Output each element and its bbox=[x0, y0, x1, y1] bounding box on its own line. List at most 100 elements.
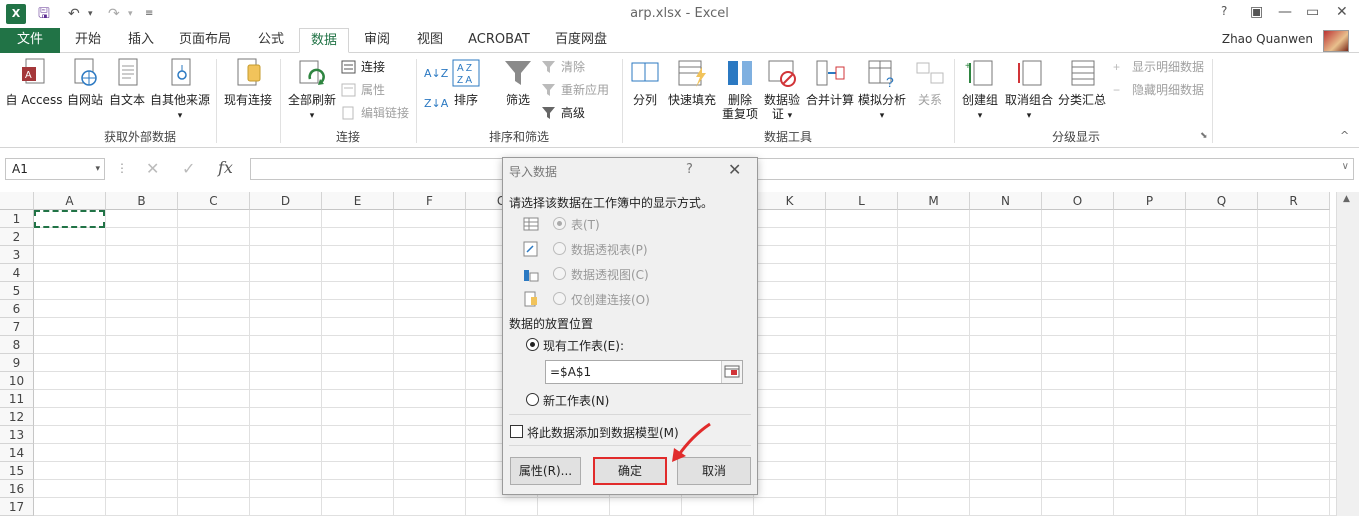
column-header[interactable]: B bbox=[106, 192, 178, 210]
collapse-dialog-button[interactable] bbox=[721, 361, 742, 383]
outline-launcher-icon[interactable]: ⬊ bbox=[1200, 131, 1208, 141]
formula-input[interactable]: ∨ bbox=[250, 158, 1354, 180]
help-button[interactable]: ? bbox=[1221, 4, 1227, 18]
tab-insert[interactable]: 插入 bbox=[116, 28, 166, 53]
from-text-button[interactable]: 自文本 bbox=[106, 57, 148, 107]
collapse-ribbon-icon[interactable]: ^ bbox=[1340, 129, 1349, 142]
show-detail-button[interactable]: + 显示明细数据 bbox=[1112, 58, 1204, 76]
column-header[interactable]: L bbox=[826, 192, 898, 210]
new-sheet-radio[interactable] bbox=[526, 393, 539, 406]
row-header[interactable]: 7 bbox=[0, 318, 34, 336]
text-to-columns-button[interactable]: 分列 bbox=[628, 57, 662, 107]
tab-review[interactable]: 审阅 bbox=[352, 28, 402, 53]
advanced-filter-button[interactable]: 高级 bbox=[541, 104, 585, 122]
properties-button[interactable]: 属性(R)... bbox=[510, 457, 581, 485]
edit-links-button[interactable]: 编辑链接 bbox=[341, 104, 409, 122]
active-cell-a1[interactable] bbox=[34, 210, 105, 228]
sort-button[interactable]: A ZZ A 排序 bbox=[448, 57, 484, 107]
sort-asc-icon[interactable]: A↓Z bbox=[424, 65, 448, 83]
existing-connections-button[interactable]: 现有连接 bbox=[220, 57, 276, 107]
column-header[interactable]: N bbox=[970, 192, 1042, 210]
group-button[interactable]: + 创建组 ▾ bbox=[958, 57, 1002, 123]
expand-formula-icon[interactable]: ∨ bbox=[1342, 161, 1349, 172]
row-header[interactable]: 14 bbox=[0, 444, 34, 462]
clear-filter-button[interactable]: 清除 bbox=[541, 58, 585, 76]
row-header[interactable]: 15 bbox=[0, 462, 34, 480]
tab-home[interactable]: 开始 bbox=[62, 28, 114, 53]
row-header[interactable]: 3 bbox=[0, 246, 34, 264]
enter-formula-icon[interactable]: ✓ bbox=[182, 159, 195, 178]
properties-button[interactable]: 属性 bbox=[341, 81, 385, 99]
tab-view[interactable]: 视图 bbox=[405, 28, 455, 53]
ribbon-display-icon[interactable]: ▣ bbox=[1250, 4, 1263, 20]
scroll-up-icon[interactable]: ▲ bbox=[1343, 194, 1350, 204]
row-header[interactable]: 6 bbox=[0, 300, 34, 318]
row-header[interactable]: 1 bbox=[0, 210, 34, 228]
name-box-dropdown-icon[interactable]: ▾ bbox=[95, 159, 100, 179]
tab-data[interactable]: 数据 bbox=[299, 28, 349, 53]
row-header[interactable]: 13 bbox=[0, 426, 34, 444]
restore-button[interactable]: ▭ bbox=[1306, 4, 1319, 20]
tab-page-layout[interactable]: 页面布局 bbox=[170, 28, 240, 53]
column-header[interactable]: E bbox=[322, 192, 394, 210]
column-header[interactable]: A bbox=[34, 192, 106, 210]
column-header[interactable]: M bbox=[898, 192, 970, 210]
row-header[interactable]: 2 bbox=[0, 228, 34, 246]
option-pivot-table-radio[interactable] bbox=[553, 242, 566, 255]
option-pivot-chart-radio[interactable] bbox=[553, 267, 566, 280]
subtotal-button[interactable]: 分类汇总 bbox=[1056, 57, 1108, 107]
column-header[interactable]: K bbox=[754, 192, 826, 210]
tab-acrobat[interactable]: ACROBAT bbox=[460, 28, 538, 53]
column-header[interactable]: F bbox=[394, 192, 466, 210]
option-connection-only-radio[interactable] bbox=[553, 292, 566, 305]
relationships-button[interactable]: 关系 bbox=[912, 57, 948, 107]
cancel-formula-icon[interactable]: ✕ bbox=[146, 159, 159, 178]
user-name[interactable]: Zhao Quanwen bbox=[1222, 32, 1313, 46]
select-all-corner[interactable] bbox=[0, 192, 34, 210]
tab-formulas[interactable]: 公式 bbox=[246, 28, 296, 53]
name-box[interactable]: A1 ▾ bbox=[5, 158, 105, 180]
refresh-all-button[interactable]: 全部刷新 ▾ bbox=[284, 57, 340, 123]
from-access-button[interactable]: A 自 Access bbox=[4, 57, 64, 107]
row-header[interactable]: 12 bbox=[0, 408, 34, 426]
filter-button[interactable]: 筛选 bbox=[498, 57, 538, 107]
flash-fill-button[interactable]: 快速填充 bbox=[666, 57, 718, 107]
avatar[interactable] bbox=[1323, 30, 1349, 52]
sort-desc-icon[interactable]: Z↓A bbox=[424, 95, 448, 113]
add-to-data-model-checkbox[interactable] bbox=[510, 425, 523, 438]
close-button[interactable]: ✕ bbox=[1336, 4, 1348, 20]
connections-button[interactable]: 连接 bbox=[341, 58, 385, 76]
row-header[interactable]: 11 bbox=[0, 390, 34, 408]
row-header[interactable]: 17 bbox=[0, 498, 34, 516]
what-if-analysis-button[interactable]: ? 模拟分析 ▾ bbox=[856, 57, 908, 123]
cell-reference-input[interactable]: =$A$1 bbox=[545, 360, 743, 384]
add-to-data-model-label[interactable]: 将此数据添加到数据模型(M) bbox=[527, 424, 679, 441]
from-other-sources-button[interactable]: 自其他来源 ▾ bbox=[148, 57, 212, 123]
data-validation-button[interactable]: 数据验证 ▾ bbox=[762, 57, 802, 123]
minimize-button[interactable]: — bbox=[1278, 4, 1292, 20]
ok-button[interactable]: 确定 bbox=[593, 457, 667, 485]
column-header[interactable]: D bbox=[250, 192, 322, 210]
row-header[interactable]: 10 bbox=[0, 372, 34, 390]
option-table-radio[interactable] bbox=[553, 217, 566, 230]
row-header[interactable]: 9 bbox=[0, 354, 34, 372]
hide-detail-button[interactable]: − 隐藏明细数据 bbox=[1112, 81, 1204, 99]
tab-baidu-netdisk[interactable]: 百度网盘 bbox=[545, 28, 617, 53]
consolidate-button[interactable]: 合并计算 bbox=[804, 57, 856, 107]
column-header[interactable]: O bbox=[1042, 192, 1114, 210]
row-header[interactable]: 8 bbox=[0, 336, 34, 354]
column-header[interactable]: R bbox=[1258, 192, 1330, 210]
dialog-help-button[interactable]: ? bbox=[686, 162, 693, 177]
row-header[interactable]: 16 bbox=[0, 480, 34, 498]
existing-sheet-radio[interactable] bbox=[526, 338, 539, 351]
column-header[interactable]: Q bbox=[1186, 192, 1258, 210]
new-sheet-label[interactable]: 新工作表(N) bbox=[543, 392, 609, 409]
vertical-scrollbar[interactable]: ▲ bbox=[1336, 192, 1359, 516]
row-header[interactable]: 5 bbox=[0, 282, 34, 300]
from-web-button[interactable]: 自网站 bbox=[64, 57, 106, 107]
dialog-close-button[interactable]: ✕ bbox=[728, 160, 741, 179]
column-header[interactable]: P bbox=[1114, 192, 1186, 210]
ungroup-button[interactable]: 取消组合 ▾ bbox=[1002, 57, 1056, 123]
remove-duplicates-button[interactable]: 删除 重复项 bbox=[720, 57, 760, 121]
insert-function-icon[interactable]: fx bbox=[218, 158, 233, 177]
